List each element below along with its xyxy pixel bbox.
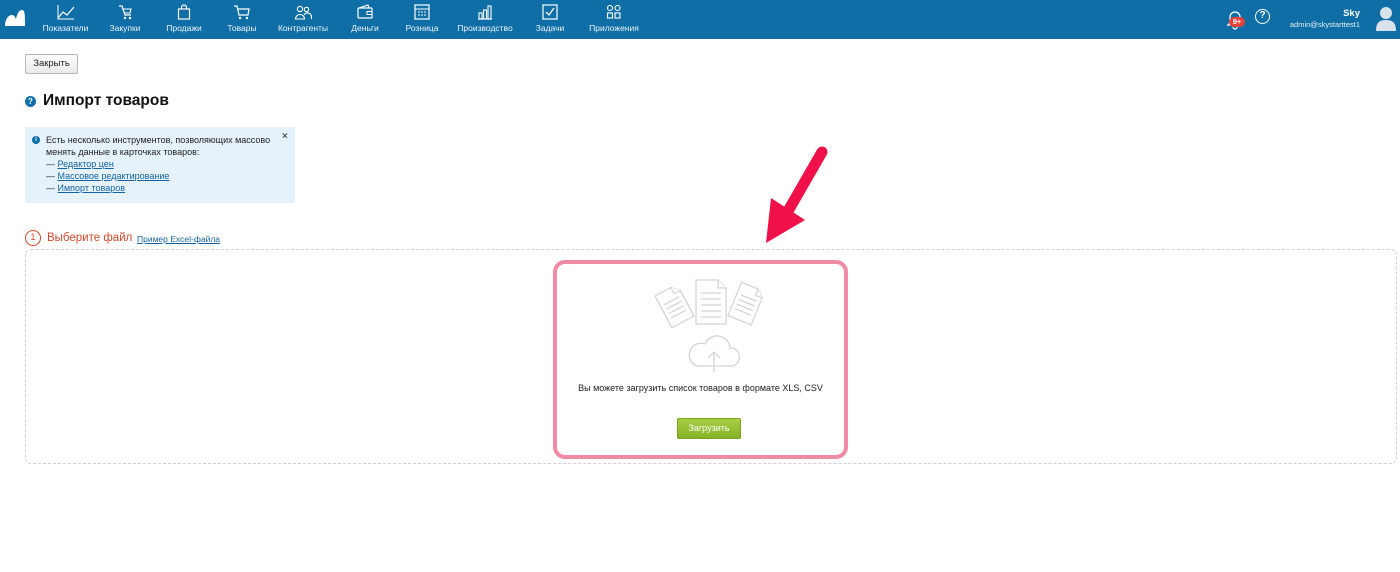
nav-item-label: Товары — [227, 23, 257, 33]
help-icon[interactable]: ? — [25, 96, 36, 107]
list-dash: — — [46, 171, 55, 181]
purchases-icon — [103, 4, 147, 22]
nav-item-production[interactable]: Производство — [454, 2, 516, 36]
documents-cloud-icon — [655, 279, 763, 372]
nav-item-label: Продажи — [166, 23, 202, 33]
info-links: — Редактор цен — Массовое редактирование… — [46, 158, 169, 194]
list-dash: — — [46, 183, 55, 193]
nav-item-label: Закупки — [109, 23, 141, 33]
nav-item-label: Приложения — [589, 23, 639, 33]
pointer-arrow-icon — [766, 146, 828, 243]
people-icon — [275, 4, 331, 22]
user-name[interactable]: Sky — [1343, 8, 1360, 19]
top-navigation-bar: Показатели Закупки Продажи Товары Контра… — [0, 0, 1400, 39]
nav-item-label: Розница — [405, 23, 439, 33]
list-dash: — — [46, 159, 55, 169]
avatar-icon[interactable] — [1375, 5, 1397, 31]
nav-item-purchases[interactable]: Закупки — [103, 2, 147, 36]
nav-item-sales[interactable]: Продажи — [160, 2, 208, 36]
nav-item-indicators[interactable]: Показатели — [38, 2, 93, 36]
nav-item-apps[interactable]: Приложения — [586, 2, 642, 36]
user-email[interactable]: admin@skystarttest1 — [1290, 20, 1360, 29]
list-item: — Редактор цен — [46, 158, 169, 170]
cart-icon — [222, 4, 262, 22]
nav-item-contractors[interactable]: Контрагенты — [275, 2, 331, 36]
example-file-link[interactable]: Пример Excel-файла — [137, 234, 220, 244]
notifications-badge[interactable]: 9+ — [1229, 17, 1245, 27]
help-icon[interactable]: ? — [1255, 9, 1270, 24]
checkbox-icon — [530, 4, 570, 22]
chart-line-icon — [38, 4, 93, 22]
nav-item-label: Деньги — [351, 23, 379, 33]
nav-item-tasks[interactable]: Задачи — [530, 2, 570, 36]
nav-item-label: Контрагенты — [277, 23, 329, 33]
nav-item-label: Производство — [457, 23, 513, 33]
upload-hint: Вы можете загрузить список товаров в фор… — [578, 383, 823, 393]
link-mass-edit[interactable]: Массовое редактирование — [58, 171, 170, 181]
page-title: Импорт товаров — [43, 92, 169, 109]
wallet-icon — [345, 4, 385, 22]
nav-item-label: Показатели — [42, 23, 89, 33]
list-item: — Массовое редактирование — [46, 170, 169, 182]
logo-icon[interactable] — [4, 9, 26, 27]
upload-button[interactable]: Загрузить — [677, 418, 741, 439]
nav-item-money[interactable]: Деньги — [345, 2, 385, 36]
link-price-editor[interactable]: Редактор цен — [58, 159, 114, 169]
close-icon[interactable]: × — [282, 131, 288, 142]
nav-item-goods[interactable]: Товары — [222, 2, 262, 36]
store-icon — [402, 4, 442, 22]
step-label: Выберите файл — [47, 232, 133, 244]
nav-item-label: Задачи — [535, 23, 565, 33]
production-icon — [454, 4, 516, 22]
bag-icon — [160, 4, 208, 22]
apps-icon — [586, 4, 642, 22]
info-icon: i — [32, 136, 40, 144]
list-item: — Импорт товаров — [46, 182, 169, 194]
link-import-goods[interactable]: Импорт товаров — [58, 183, 125, 193]
info-panel: i Есть несколько инструментов, позволяющ… — [25, 127, 295, 203]
nav-item-retail[interactable]: Розница — [402, 2, 442, 36]
step-number: 1 — [25, 230, 41, 246]
info-text: Есть несколько инструментов, позволяющих… — [46, 135, 271, 157]
close-button[interactable]: Закрыть — [25, 54, 78, 74]
